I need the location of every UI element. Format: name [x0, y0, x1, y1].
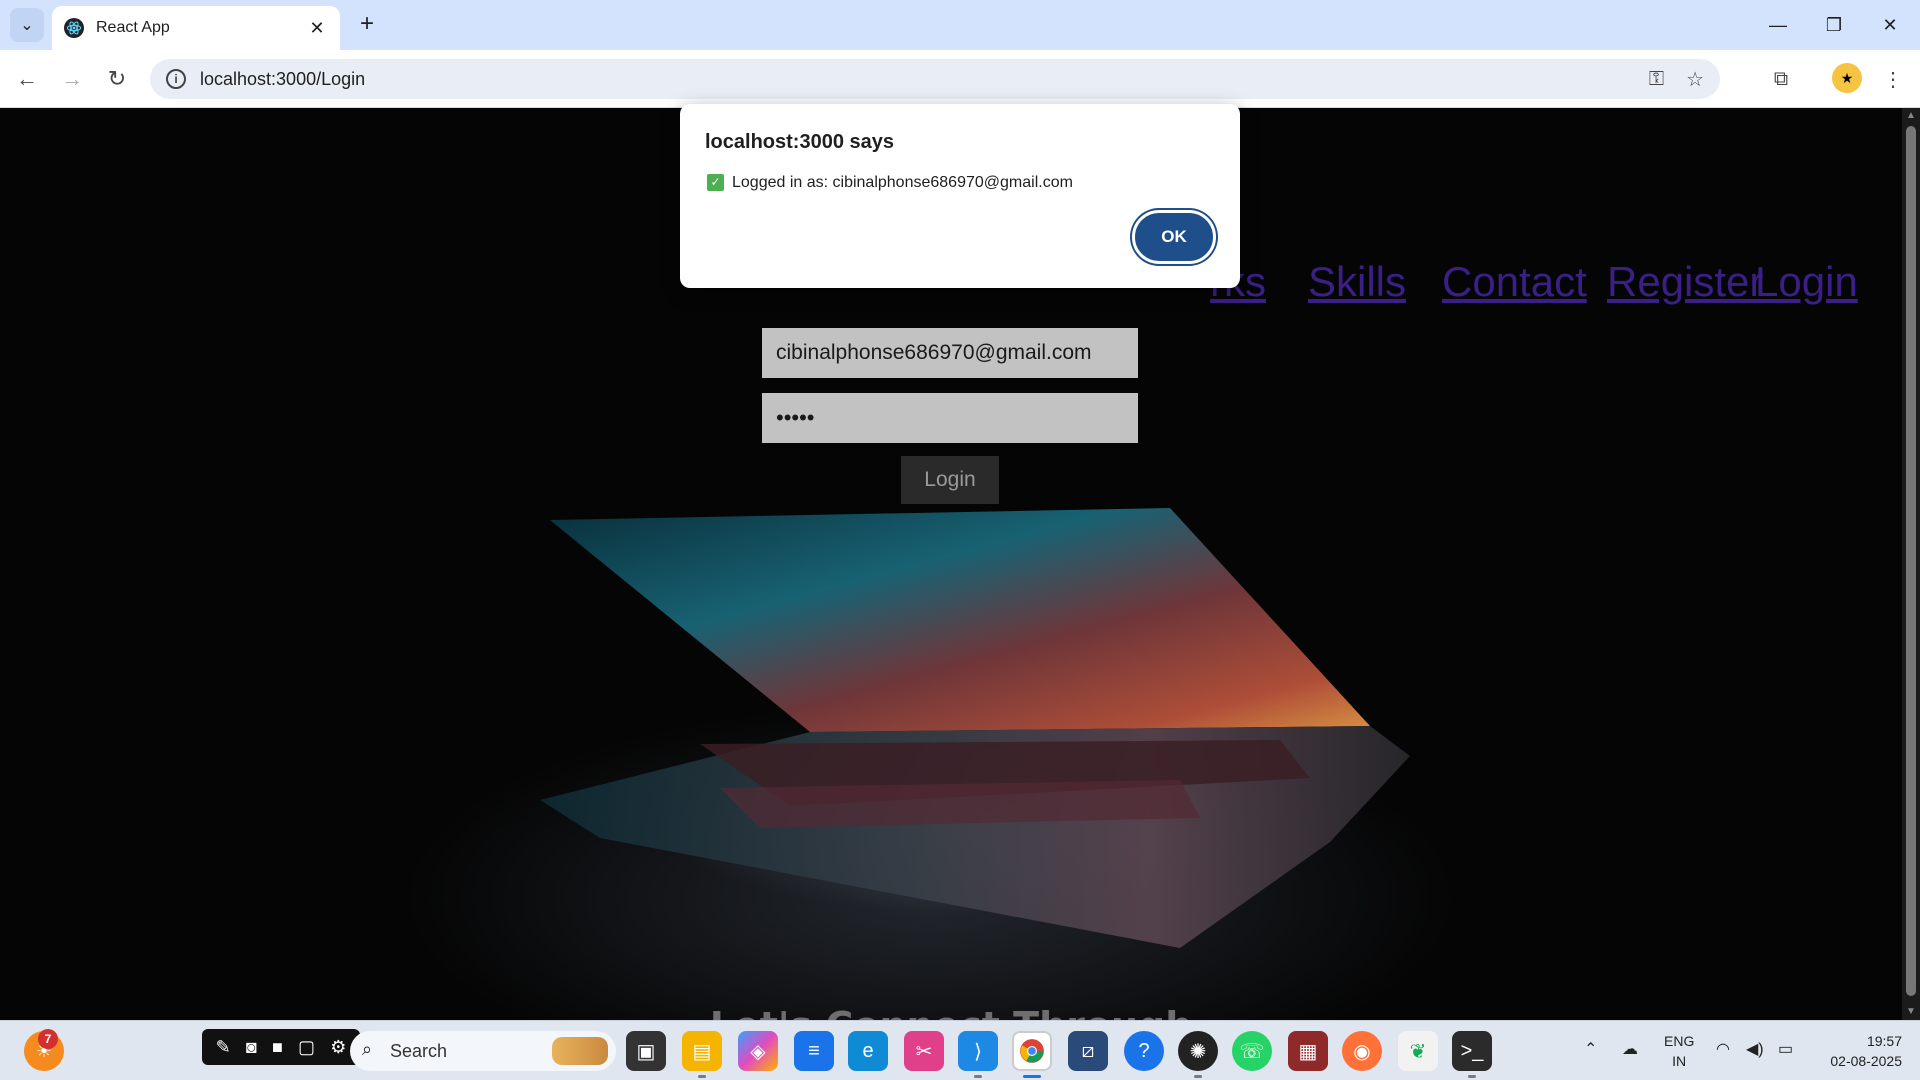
wifi-icon[interactable]: ◠ — [1716, 1039, 1730, 1059]
search-label: Search — [390, 1040, 448, 1061]
tab-react-app[interactable]: React App ✕ — [52, 6, 340, 50]
battery-icon[interactable]: ▭ — [1778, 1039, 1793, 1059]
chrome-icon[interactable] — [1012, 1031, 1052, 1071]
restore-icon[interactable]: ❐ — [1806, 8, 1862, 42]
tab-title: React App — [96, 19, 170, 36]
vscode-icon[interactable]: ⟩ — [958, 1031, 998, 1071]
running-indicator — [1468, 1075, 1476, 1078]
firefox-icon[interactable]: ◉ — [1342, 1031, 1382, 1071]
tab-strip: ⌄ React App ✕ + — ❐ ✕ — [0, 0, 1920, 50]
help-icon[interactable]: ? — [1124, 1031, 1164, 1071]
forward-icon[interactable]: → — [55, 62, 89, 96]
tray-expand-icon[interactable]: ⌃ — [1584, 1039, 1597, 1059]
scroll-thumb[interactable] — [1906, 126, 1916, 996]
snipping-tool-icon[interactable]: ✂ — [904, 1031, 944, 1071]
connect-heading: Let's Connect Through — [0, 1004, 1902, 1020]
ok-button[interactable]: OK — [1132, 210, 1216, 264]
region-code: IN — [1672, 1053, 1687, 1069]
terminal-icon[interactable]: >_ — [1452, 1031, 1492, 1071]
chrome-menu-icon[interactable]: ⋮ — [1876, 62, 1910, 96]
windows-taskbar: ☀ 7 ✎ ◙ ■ ▢ ⚙ ⌕ Search ▣ ▤ ◈ ≡ e ✂ ⟩ ⧄ ?… — [0, 1020, 1920, 1080]
tab-close-icon[interactable]: ✕ — [306, 18, 328, 39]
file-explorer-icon[interactable]: ▤ — [682, 1031, 722, 1071]
back-icon[interactable]: ← — [10, 62, 44, 96]
clock-date: 02-08-2025 — [1830, 1053, 1902, 1069]
password-input[interactable]: ••••• — [762, 393, 1138, 443]
profile-avatar[interactable]: ★ — [1832, 63, 1862, 93]
url-text[interactable]: localhost:3000/Login — [200, 69, 1627, 90]
browser-toolbar: ← → ↻ i localhost:3000/Login ⚿ ☆ ⧉ ⋮ — [0, 50, 1920, 108]
nav-link-skills[interactable]: Skills — [1308, 258, 1406, 306]
clock-time: 19:57 — [1866, 1033, 1902, 1049]
page-scrollbar[interactable]: ▲ ▼ — [1902, 108, 1920, 1020]
clock[interactable]: 19:57 02-08-2025 — [1812, 1031, 1902, 1071]
login-button[interactable]: Login — [901, 456, 999, 504]
site-info-icon[interactable]: i — [166, 69, 186, 89]
scroll-up-icon[interactable]: ▲ — [1902, 108, 1920, 124]
capture-toolbar: ✎ ◙ ■ ▢ ⚙ — [202, 1029, 360, 1065]
nav-link-register[interactable]: Register — [1607, 258, 1763, 306]
volume-icon[interactable]: ◀) — [1746, 1039, 1764, 1059]
extensions-puzzle-icon[interactable]: ⧉ — [1764, 62, 1798, 96]
taskbar-search[interactable]: ⌕ Search — [350, 1031, 616, 1071]
notepad-icon[interactable]: ≡ — [794, 1031, 834, 1071]
copilot-icon[interactable]: ◈ — [738, 1031, 778, 1071]
react-favicon-icon — [64, 18, 84, 38]
notification-badge: 7 — [38, 1029, 58, 1049]
minimize-icon[interactable]: — — [1750, 8, 1806, 42]
video-icon[interactable]: ■ — [272, 1037, 283, 1058]
window-close-icon[interactable]: ✕ — [1862, 8, 1918, 42]
running-indicator — [974, 1075, 982, 1078]
snip-pen-icon[interactable]: ✎ — [216, 1037, 231, 1058]
window-snip-icon[interactable]: ▢ — [298, 1037, 315, 1058]
alert-dialog: localhost:3000 says ✓ Logged in as: cibi… — [680, 104, 1240, 288]
running-indicator — [698, 1075, 706, 1078]
nav-link-login[interactable]: Login — [1755, 258, 1858, 306]
reload-icon[interactable]: ↻ — [100, 62, 134, 96]
search-highlight-art — [552, 1037, 608, 1065]
scroll-down-icon[interactable]: ▼ — [1902, 1004, 1920, 1020]
language-indicator[interactable]: ENG IN — [1664, 1031, 1694, 1071]
onedrive-icon[interactable]: ☁ — [1622, 1039, 1638, 1059]
active-indicator — [1023, 1075, 1041, 1078]
checkmark-icon: ✓ — [707, 174, 724, 191]
search-icon: ⌕ — [362, 1039, 373, 1059]
email-input[interactable] — [762, 328, 1138, 378]
winrar-icon[interactable]: ▦ — [1288, 1031, 1328, 1071]
chatgpt-icon[interactable]: ✺ — [1178, 1031, 1218, 1071]
dialog-message: Logged in as: cibinalphonse686970@gmail.… — [732, 174, 1073, 191]
lang-code: ENG — [1664, 1033, 1695, 1049]
nav-link-contact[interactable]: Contact — [1442, 258, 1587, 306]
running-indicator — [1194, 1075, 1202, 1078]
laptop-background-image — [540, 508, 1410, 948]
edge-icon[interactable]: e — [848, 1031, 888, 1071]
password-key-icon[interactable]: ⚿ — [1649, 68, 1664, 91]
new-tab-icon[interactable]: + — [352, 10, 382, 40]
tab-search-chevron-icon[interactable]: ⌄ — [10, 8, 44, 42]
address-bar[interactable]: i localhost:3000/Login ⚿ ☆ — [150, 59, 1720, 99]
mongodb-icon[interactable]: ❦ — [1398, 1031, 1438, 1071]
bookmark-star-icon[interactable]: ☆ — [1686, 67, 1704, 92]
whatsapp-icon[interactable]: ☏ — [1232, 1031, 1272, 1071]
task-view-icon[interactable]: ▣ — [626, 1031, 666, 1071]
camera-icon[interactable]: ◙ — [246, 1037, 257, 1058]
ssms-icon[interactable]: ⧄ — [1068, 1031, 1108, 1071]
settings-gear-icon[interactable]: ⚙ — [330, 1037, 346, 1058]
dialog-title: localhost:3000 says — [705, 131, 894, 153]
